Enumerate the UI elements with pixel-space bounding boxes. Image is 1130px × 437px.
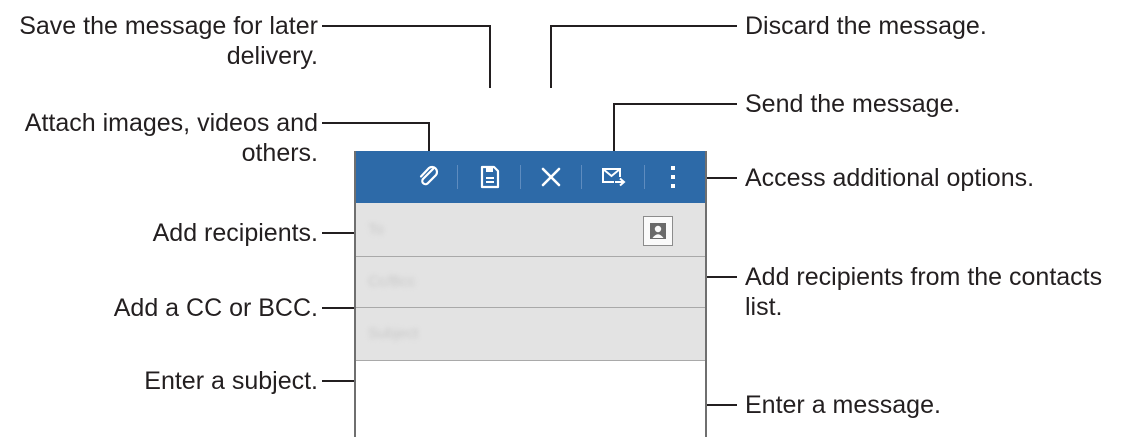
callout-contacts-line1: Add recipients from the contacts [745,263,1103,291]
callout-save: Save the message for later delivery. [19,11,318,71]
callout-attach: Attach images, videos and others. [25,108,318,168]
toolbar-separator [581,165,582,189]
callout-contacts-line2: list. [745,293,783,321]
compose-screen: To Cc/Bcc Subject [354,151,707,437]
save-icon [480,165,500,189]
action-bar [354,151,707,203]
screen-edge-left [354,151,356,437]
send-button[interactable] [596,159,632,195]
discard-icon [541,167,561,187]
more-options-icon [671,166,675,188]
send-icon [602,168,626,187]
screen-edge-right [705,151,707,437]
callout-subject: Enter a subject. [144,367,318,395]
callout-more-options: Access additional options. [745,164,1035,192]
callout-contacts: Add recipients from the contacts list. [745,262,1102,322]
save-button[interactable] [472,159,508,195]
leader-save [322,25,491,88]
callout-send: Send the message. [745,90,961,118]
message-body-area[interactable] [356,361,705,437]
to-field[interactable]: To [356,203,705,257]
toolbar-separator [520,165,521,189]
subject-field[interactable]: Subject [356,308,705,361]
toolbar-separator [644,165,645,189]
callout-attach-line1: Attach images, videos and [24,109,318,137]
discard-button[interactable] [533,159,569,195]
callout-save-line1: Save the message for later [19,12,318,40]
toolbar-separator [457,165,458,189]
callout-discard: Discard the message. [745,12,987,40]
subject-field-placeholder: Subject [368,325,419,342]
contacts-button[interactable] [643,216,673,246]
leader-send [613,103,737,151]
callout-add-recipients: Add recipients. [152,219,318,247]
callout-enter-message: Enter a message. [745,391,941,419]
cc-bcc-field-placeholder: Cc/Bcc [368,273,416,290]
callout-save-line2: delivery. [226,42,318,70]
callout-attach-line2: others. [241,139,318,167]
contact-person-icon [650,223,666,239]
more-options-button[interactable] [660,159,686,195]
cc-bcc-field[interactable]: Cc/Bcc [356,257,705,308]
annotated-screenshot: Save the message for later delivery. Att… [0,0,1130,437]
leader-discard [550,25,737,88]
attach-icon [419,165,439,186]
attach-button[interactable] [411,159,447,195]
callout-cc-bcc: Add a CC or BCC. [113,294,318,322]
to-field-placeholder: To [368,221,384,238]
leader-attach [322,122,430,152]
